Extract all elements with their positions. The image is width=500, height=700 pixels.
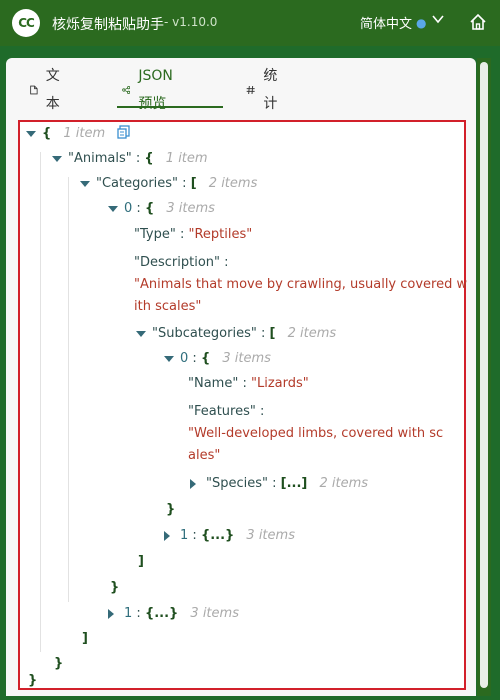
json-value-features-2: ales" — [188, 448, 221, 463]
json-value-description-2: ith scales" — [134, 299, 202, 314]
share-icon — [122, 86, 131, 94]
hash-icon — [246, 85, 255, 95]
app-logo-text: CC — [18, 16, 35, 30]
document-icon — [30, 85, 38, 95]
scrollbar-thumb[interactable] — [480, 62, 488, 688]
json-close-animals: } — [54, 656, 64, 671]
collapse-toggle-icon[interactable] — [164, 356, 174, 362]
expand-toggle-icon[interactable] — [108, 609, 114, 619]
tab-json-label: JSON 预览 — [138, 68, 173, 112]
json-node-subcategory-0: 0 : { 3 items — [164, 349, 271, 369]
collapse-toggle-icon[interactable] — [136, 331, 146, 337]
app-logo: CC — [12, 9, 40, 37]
json-node-subcategories: "Subcategories" : [ 2 items — [136, 324, 336, 344]
json-value-description-1: "Animals that move by crawling, usually … — [134, 277, 468, 292]
json-viewer: { 1 item "Animals" : { 1 item "Categorie… — [18, 120, 468, 690]
json-node-species: "Species" : [...] 2 items — [190, 474, 368, 494]
json-close-categories: ] — [82, 631, 88, 646]
json-close-category-0: } — [110, 580, 120, 595]
language-label: 简体中文 — [360, 17, 413, 32]
json-field-features: "Features" : — [188, 404, 265, 419]
tab-stats[interactable]: 统计 — [246, 68, 282, 112]
json-node-animals: "Animals" : { 1 item — [52, 149, 208, 169]
app-version: - v1.10.0 — [164, 15, 218, 29]
expand-toggle-icon[interactable] — [164, 531, 170, 541]
tab-text[interactable]: 文本 — [30, 68, 64, 112]
json-field-name: "Name" : "Lizards" — [188, 376, 309, 391]
language-selector[interactable]: 简体中文 ● — [360, 13, 427, 33]
globe-icon: ● — [416, 15, 427, 30]
home-icon[interactable] — [468, 12, 488, 32]
json-field-description: "Description" : — [134, 255, 229, 270]
chevron-down-icon[interactable] — [432, 13, 444, 25]
json-node-category-1: 1 : {...} 3 items — [108, 604, 239, 624]
app-title: 核烁复制粘贴助手 — [52, 17, 164, 33]
json-node-category-0: 0 : { 3 items — [108, 199, 215, 219]
tab-json-preview[interactable]: JSON 预览 — [122, 68, 179, 112]
collapse-toggle-icon[interactable] — [108, 206, 118, 212]
collapse-toggle-icon[interactable] — [80, 181, 90, 187]
json-close-root: } — [28, 673, 38, 688]
tab-text-label: 文本 — [45, 68, 60, 112]
json-value-features-1: "Well-developed limbs, covered with sc — [188, 426, 444, 441]
json-node-categories: "Categories" : [ 2 items — [80, 174, 257, 194]
scrollbar[interactable] — [477, 58, 491, 696]
json-close-subcategories: ] — [138, 554, 144, 569]
active-tab-indicator — [117, 106, 223, 108]
main-panel: 文本 JSON 预览 统计 {1 item "Animals": {1 i… — [6, 58, 476, 696]
json-root: { 1 item — [26, 124, 131, 144]
json-close-subcategory-0: } — [166, 502, 176, 517]
tab-stats-label: 统计 — [263, 68, 278, 112]
copy-icon[interactable] — [117, 125, 131, 139]
collapse-toggle-icon[interactable] — [52, 156, 62, 162]
json-node-subcategory-1: 1 : {...} 3 items — [164, 526, 295, 546]
collapse-toggle-icon[interactable] — [26, 131, 36, 137]
json-field-type: "Type" : "Reptiles" — [134, 227, 253, 242]
title-bar: CC 核烁复制粘贴助手 - v1.10.0 简体中文 ● — [0, 0, 500, 46]
expand-toggle-icon[interactable] — [190, 479, 196, 489]
